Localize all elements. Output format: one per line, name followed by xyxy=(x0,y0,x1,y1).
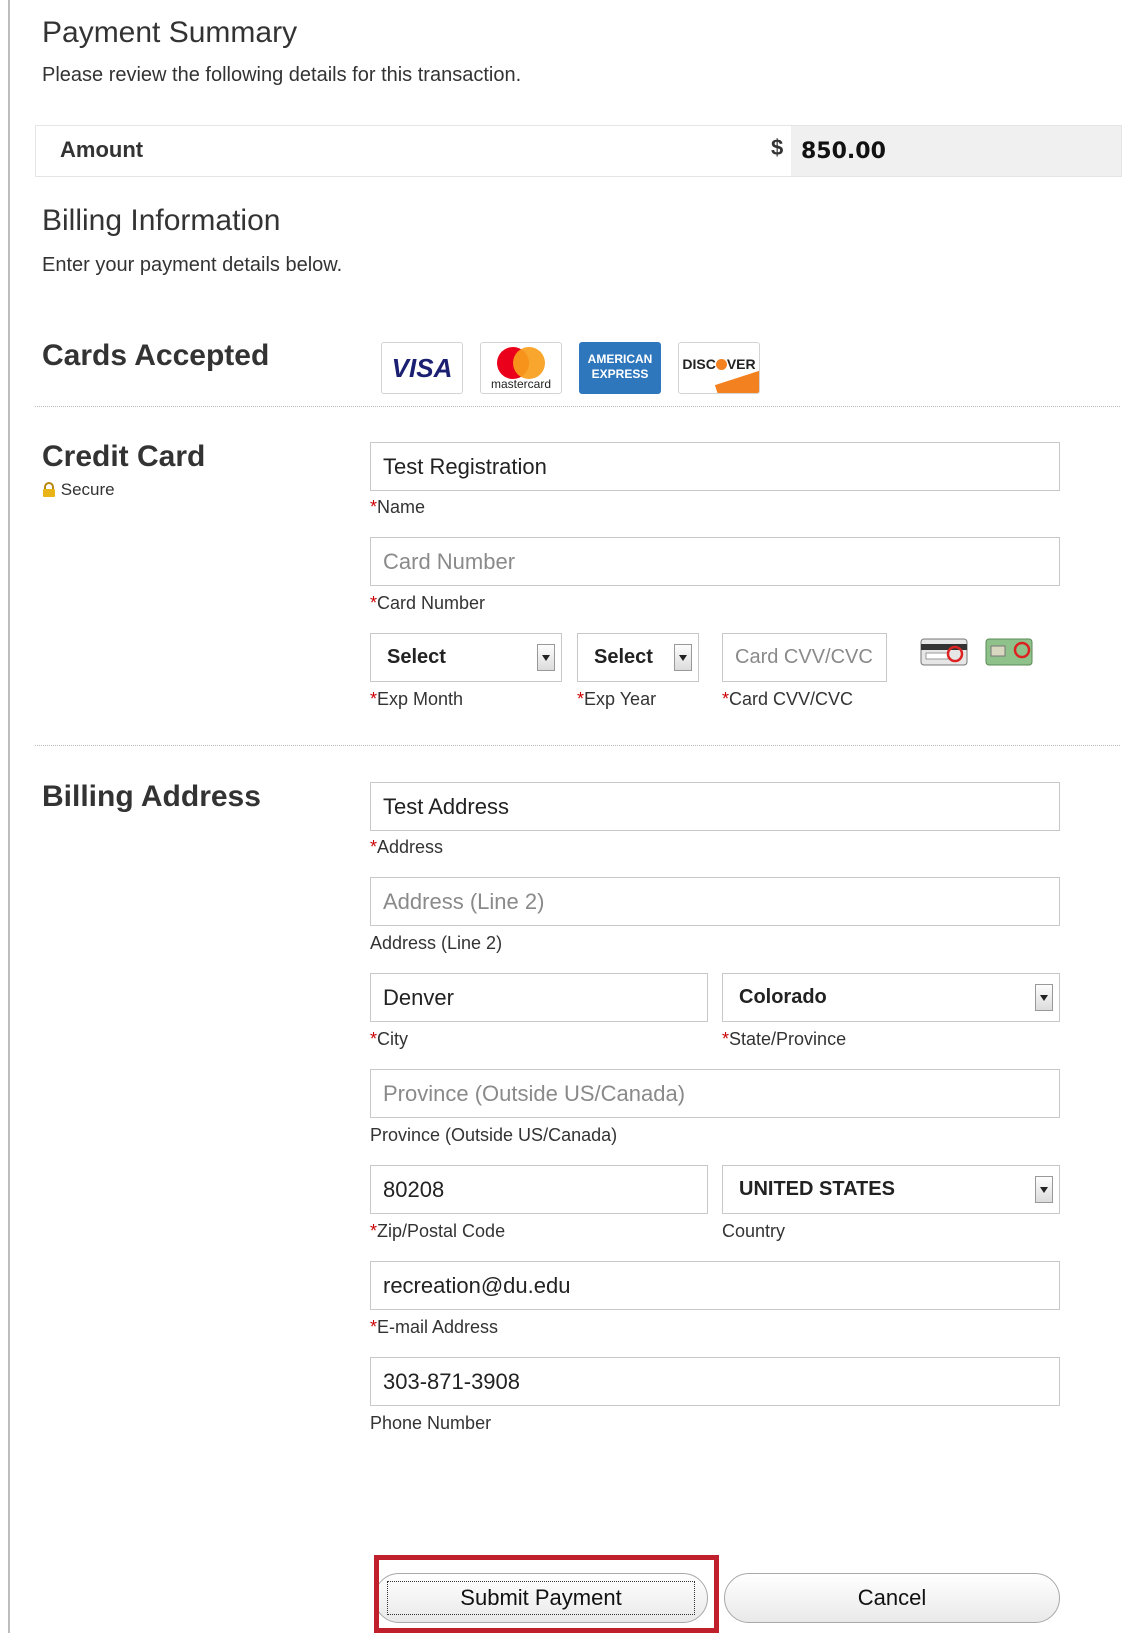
cvv-caption: *Card CVV/CVC xyxy=(722,689,854,709)
billing-address-label: Billing Address xyxy=(42,780,261,813)
exp-month-caption: *Exp Month xyxy=(370,689,464,709)
cancel-button[interactable]: Cancel xyxy=(724,1573,1060,1623)
submit-payment-label: Submit Payment xyxy=(387,1581,695,1615)
currency-symbol: $ xyxy=(771,135,784,160)
card-front-cvv-icon xyxy=(985,636,1037,673)
address-input[interactable] xyxy=(370,782,1060,831)
amount-label: Amount xyxy=(60,137,144,162)
exp-year-caption: *Exp Year xyxy=(577,689,657,709)
cvv-input[interactable] xyxy=(722,633,887,682)
country-value: UNITED STATES xyxy=(739,1178,895,1200)
payment-summary-title: Payment Summary xyxy=(42,16,298,49)
card-number-caption: *Card Number xyxy=(370,593,486,613)
american-express-logo: AMERICAN EXPRESS xyxy=(579,342,661,394)
state-caption: *State/Province xyxy=(722,1029,847,1049)
state-value: Colorado xyxy=(739,986,827,1008)
secure-indicator: Secure xyxy=(42,480,115,500)
province-input[interactable] xyxy=(370,1069,1060,1118)
left-border xyxy=(8,0,10,1633)
name-caption: *Name xyxy=(370,497,426,517)
exp-year-value: Select xyxy=(594,646,653,668)
chevron-down-icon[interactable] xyxy=(1035,984,1053,1011)
chevron-down-icon[interactable] xyxy=(674,644,692,671)
address-line2-input[interactable] xyxy=(370,877,1060,926)
secure-text: Secure xyxy=(60,480,115,499)
card-back-cvv-icon xyxy=(920,636,972,673)
city-input[interactable] xyxy=(370,973,708,1022)
country-select[interactable]: UNITED STATES xyxy=(722,1165,1060,1214)
billing-information-subtitle: Enter your payment details below. xyxy=(42,254,343,276)
email-input[interactable] xyxy=(370,1261,1060,1310)
zip-caption: *Zip/Postal Code xyxy=(370,1221,506,1241)
amount-value: 850.00 xyxy=(801,139,886,164)
email-caption: *E-mail Address xyxy=(370,1317,499,1337)
payment-summary-subtitle: Please review the following details for … xyxy=(42,64,522,86)
billing-information-title: Billing Information xyxy=(42,204,281,237)
phone-input[interactable] xyxy=(370,1357,1060,1406)
divider xyxy=(35,745,1120,746)
chevron-down-icon[interactable] xyxy=(1035,1176,1053,1203)
city-caption: *City xyxy=(370,1029,409,1049)
name-on-card-input[interactable] xyxy=(370,442,1060,491)
cards-accepted-label: Cards Accepted xyxy=(42,339,270,372)
credit-card-label: Credit Card xyxy=(42,440,206,473)
lock-icon xyxy=(42,482,56,497)
state-select[interactable]: Colorado xyxy=(722,973,1060,1022)
province-caption: Province (Outside US/Canada) xyxy=(370,1125,618,1145)
phone-caption: Phone Number xyxy=(370,1413,492,1433)
exp-month-select[interactable]: Select xyxy=(370,633,562,682)
exp-month-value: Select xyxy=(387,646,446,668)
submit-payment-button[interactable]: Submit Payment xyxy=(374,1573,708,1623)
card-number-input[interactable] xyxy=(370,537,1060,586)
chevron-down-icon[interactable] xyxy=(537,644,555,671)
exp-year-select[interactable]: Select xyxy=(577,633,699,682)
zip-input[interactable] xyxy=(370,1165,708,1214)
amount-row: Amount $ 850.00 xyxy=(35,125,1122,177)
address-caption: *Address xyxy=(370,837,444,857)
mastercard-logo: mastercard xyxy=(480,342,562,394)
discover-logo: DISC VER xyxy=(678,342,760,394)
country-caption: Country xyxy=(722,1221,786,1241)
divider xyxy=(35,406,1120,407)
address-line2-caption: Address (Line 2) xyxy=(370,933,503,953)
visa-logo: VISA xyxy=(381,342,463,394)
